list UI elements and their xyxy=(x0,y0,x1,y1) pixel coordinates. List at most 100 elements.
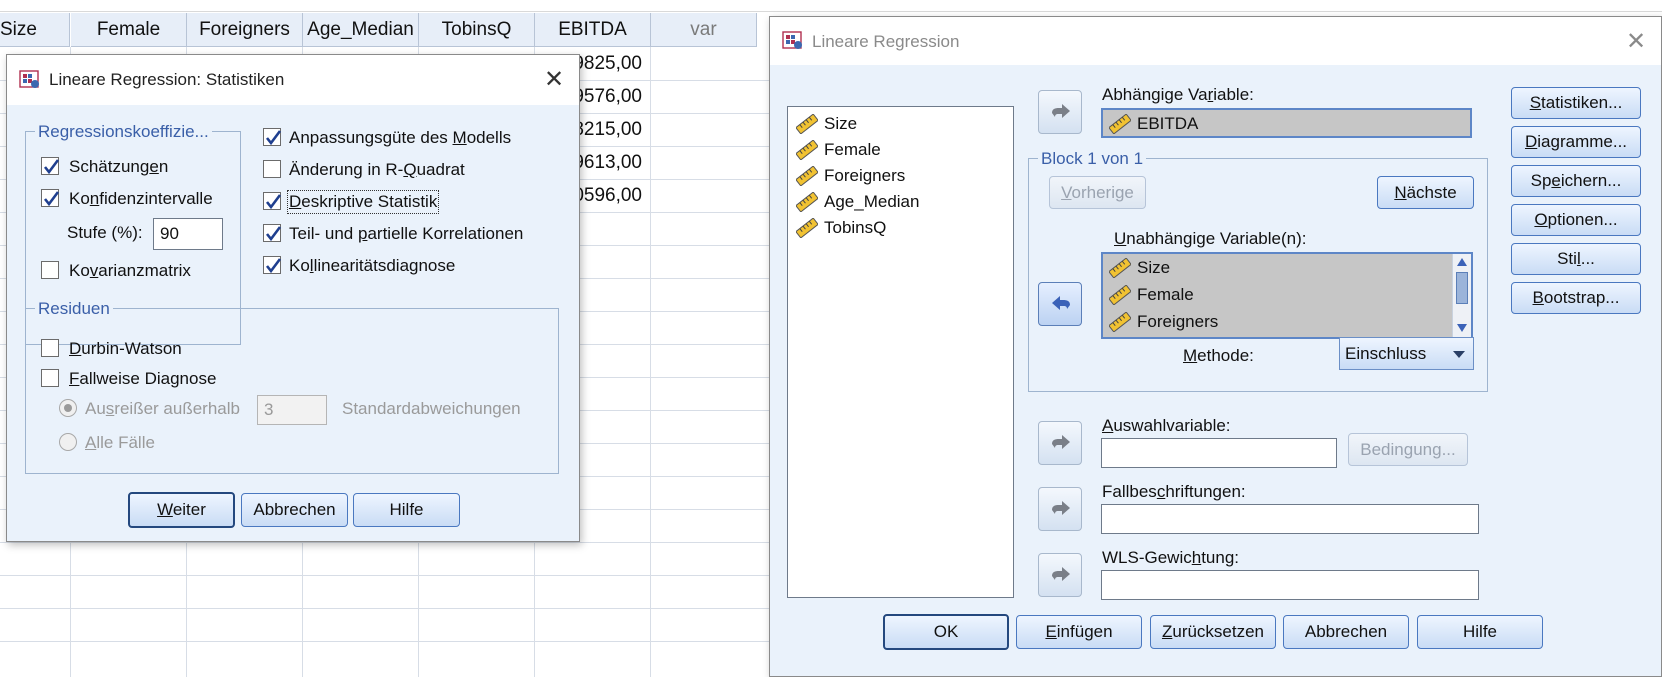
outliers-radio xyxy=(59,399,77,417)
statistics-button[interactable]: Statistiken... xyxy=(1511,87,1641,119)
column-header-age-median[interactable]: Age_Median xyxy=(303,13,419,47)
scale-ruler-icon xyxy=(1109,285,1131,305)
durbin-watson-checkbox[interactable] xyxy=(41,339,59,357)
descriptives-checkbox[interactable] xyxy=(263,192,282,210)
independent-list-scrollbar[interactable] xyxy=(1452,254,1471,337)
confidence-intervals-checkbox[interactable] xyxy=(41,189,60,207)
independent-variables-label: Unabhängige Variable(n): xyxy=(1114,229,1307,248)
close-icon[interactable]: ✕ xyxy=(1623,29,1649,55)
model-fit-checkbox[interactable] xyxy=(263,128,282,146)
scale-ruler-icon xyxy=(1109,312,1131,332)
continue-button[interactable]: Weiter xyxy=(128,492,235,528)
block-title: Block 1 von 1 xyxy=(1038,149,1147,169)
column-header-size[interactable]: Size xyxy=(0,13,70,47)
covariance-matrix-label: Kovarianzmatrix xyxy=(69,261,191,280)
column-header-foreigners[interactable]: Foreigners xyxy=(187,13,303,47)
all-cases-label: Alle Fälle xyxy=(85,433,155,452)
checkmark-icon xyxy=(265,130,282,146)
ok-button[interactable]: OK xyxy=(883,614,1009,650)
column-header-tobinsq[interactable]: TobinsQ xyxy=(419,13,535,47)
outliers-label: Ausreißer außerhalb xyxy=(85,399,240,418)
column-header-label: Age_Median xyxy=(307,19,414,40)
source-variable-list[interactable]: Size Female Foreigners Age_Median Tobins… xyxy=(787,106,1014,598)
level-label: Stufe (%): xyxy=(67,223,143,242)
linear-regression-dialog: Lineare Regression ✕ Size Female Foreign… xyxy=(769,16,1662,677)
options-button[interactable]: Optionen... xyxy=(1511,204,1641,236)
style-button[interactable]: Stil... xyxy=(1511,243,1641,275)
selection-variable-label: Auswahlvariable: xyxy=(1102,416,1231,435)
r-squared-change-checkbox[interactable] xyxy=(263,160,281,178)
variable-name: Size xyxy=(1137,258,1171,277)
move-independent-button[interactable] xyxy=(1038,282,1082,326)
column-header-ebitda[interactable]: EBITDA xyxy=(535,13,651,47)
statistics-dialog-titlebar: Lineare Regression: Statistiken ✕ xyxy=(7,55,579,105)
bootstrap-button[interactable]: Bootstrap... xyxy=(1511,282,1641,314)
part-partial-correlations-label: Teil- und partielle Korrelationen xyxy=(289,224,524,243)
plots-button[interactable]: Diagramme... xyxy=(1511,126,1641,158)
move-selection-variable-button[interactable] xyxy=(1038,421,1082,465)
estimates-checkbox[interactable] xyxy=(41,157,60,175)
variable-name: Size xyxy=(824,114,858,133)
casewise-diagnostics-checkbox[interactable] xyxy=(41,369,59,387)
save-button[interactable]: Speichern... xyxy=(1511,165,1641,197)
wls-weight-field[interactable] xyxy=(1101,570,1479,600)
help-button[interactable]: Hilfe xyxy=(353,493,460,527)
scale-ruler-icon xyxy=(1109,114,1131,134)
arrow-right-icon xyxy=(1052,567,1070,581)
confidence-intervals-label: Konfidenzintervalle xyxy=(69,189,213,208)
help-button[interactable]: Hilfe xyxy=(1417,615,1543,649)
dependent-variable-label: Abhängige Variable: xyxy=(1102,85,1254,104)
selection-variable-field[interactable] xyxy=(1101,438,1337,468)
chevron-down-icon xyxy=(1453,351,1465,358)
dependent-variable-field[interactable]: EBITDA xyxy=(1101,108,1472,138)
arrow-right-icon xyxy=(1052,104,1070,118)
scroll-up-icon[interactable] xyxy=(1457,258,1467,266)
independent-variables-list[interactable]: Size Female Foreigners xyxy=(1101,252,1473,339)
case-labels-label: Fallbeschriftungen: xyxy=(1102,482,1246,501)
close-icon[interactable]: ✕ xyxy=(541,67,567,93)
method-value: Einschluss xyxy=(1345,344,1427,363)
toolbar-strip xyxy=(0,0,1662,12)
part-partial-correlations-checkbox[interactable] xyxy=(263,224,282,242)
durbin-watson-label: Durbin-Watson xyxy=(69,339,182,358)
scale-ruler-icon xyxy=(796,114,818,134)
variable-name: TobinsQ xyxy=(824,218,887,237)
confidence-level-input[interactable]: 90 xyxy=(153,218,223,250)
column-header-label: TobinsQ xyxy=(441,19,512,40)
coefficients-group-title: Regressionskoeffizie... xyxy=(35,122,212,142)
wls-weight-label: WLS-Gewichtung: xyxy=(1102,548,1240,567)
next-block-button[interactable]: Nächste xyxy=(1377,176,1474,209)
move-case-labels-button[interactable] xyxy=(1038,487,1082,531)
scale-ruler-icon xyxy=(1109,258,1131,278)
r-squared-change-label: Änderung in R-Quadrat xyxy=(289,160,465,179)
covariance-matrix-checkbox[interactable] xyxy=(41,261,59,279)
scroll-down-icon[interactable] xyxy=(1457,324,1467,332)
case-labels-field[interactable] xyxy=(1101,504,1479,534)
move-wls-weight-button[interactable] xyxy=(1038,553,1082,597)
scale-ruler-icon xyxy=(796,140,818,160)
regression-dialog-title: Lineare Regression xyxy=(812,32,960,51)
scroll-thumb[interactable] xyxy=(1456,272,1468,304)
column-header-label: EBITDA xyxy=(558,19,627,40)
checkmark-icon xyxy=(265,258,282,274)
reset-button[interactable]: Zurücksetzen xyxy=(1150,615,1276,649)
variable-name: Female xyxy=(824,140,881,159)
variable-name: EBITDA xyxy=(1137,114,1199,133)
column-header-female[interactable]: Female xyxy=(71,13,187,47)
collinearity-checkbox[interactable] xyxy=(263,256,282,274)
paste-button[interactable]: Einfügen xyxy=(1016,615,1142,649)
method-dropdown[interactable]: Einschluss xyxy=(1339,337,1474,370)
variable-name: Foreigners xyxy=(1137,312,1219,331)
checkmark-icon xyxy=(265,194,282,210)
cancel-button[interactable]: Abbrechen xyxy=(1283,615,1409,649)
method-label: Methode: xyxy=(1183,346,1254,365)
arrow-right-icon xyxy=(1052,501,1070,515)
std-deviations-label: Standardabweichungen xyxy=(342,399,521,418)
checkmark-icon xyxy=(265,226,282,242)
column-header-var[interactable]: var xyxy=(651,13,757,47)
checkmark-icon xyxy=(43,191,60,207)
checkmark-icon xyxy=(43,159,60,175)
move-dependent-button[interactable] xyxy=(1038,90,1082,134)
statistics-dialog-title: Lineare Regression: Statistiken xyxy=(49,70,285,89)
cancel-button[interactable]: Abbrechen xyxy=(241,493,348,527)
